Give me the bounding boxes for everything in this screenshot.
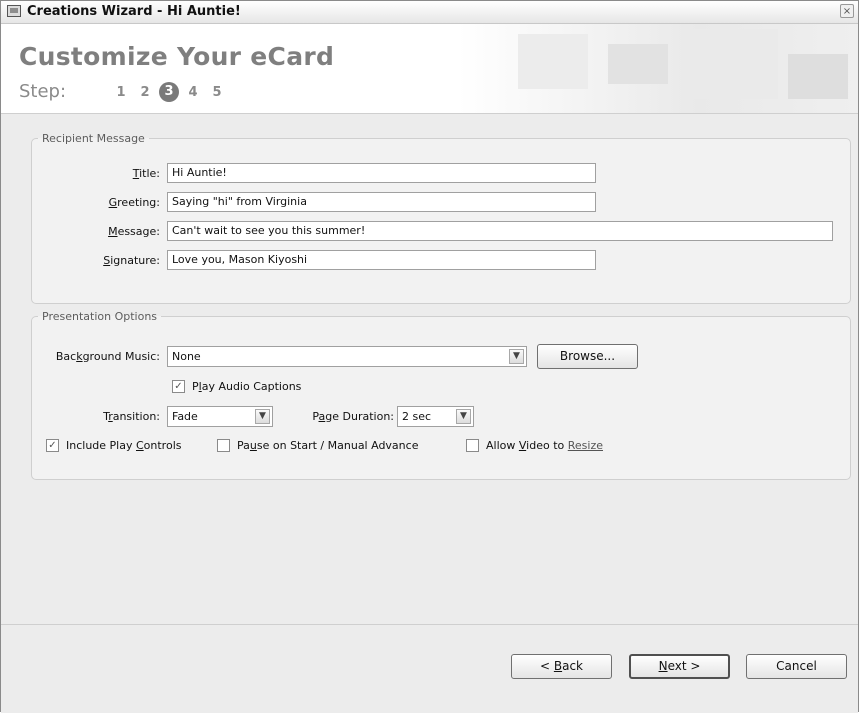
step-3-current: 3 <box>159 82 179 102</box>
presentation-options-group: Presentation Options Background Music: N… <box>31 310 851 480</box>
wizard-window: Creations Wizard - Hi Auntie! × Customiz… <box>0 0 859 713</box>
signature-label: Signature: <box>103 254 160 267</box>
step-5: 5 <box>212 84 222 100</box>
page-title: Customize Your eCard <box>19 42 335 71</box>
resize-link[interactable]: Resize <box>568 439 603 452</box>
window-title: Creations Wizard - Hi Auntie! <box>27 4 241 19</box>
step-indicator: 1 2 3 4 5 <box>109 82 229 102</box>
presentation-options-legend: Presentation Options <box>42 310 158 323</box>
chevron-down-icon[interactable]: ▼ <box>509 349 524 364</box>
app-icon <box>7 5 21 17</box>
include-play-controls-checkbox[interactable]: ✓ <box>46 439 59 452</box>
wizard-footer: < Back Next > Cancel <box>1 624 858 713</box>
message-label: Message: <box>108 225 160 238</box>
step-2: 2 <box>140 84 150 100</box>
banner-image <box>458 24 858 113</box>
include-play-controls-label: Include Play Controls <box>66 439 182 452</box>
background-music-select[interactable]: None ▼ <box>167 346 527 367</box>
chevron-down-icon[interactable]: ▼ <box>255 409 270 424</box>
title-bar: Creations Wizard - Hi Auntie! × <box>1 1 858 24</box>
transition-label: Transition: <box>103 410 160 423</box>
step-4: 4 <box>188 84 198 100</box>
greeting-label: Greeting: <box>108 196 160 209</box>
wizard-content: Recipient Message Title: Hi Auntie! Gree… <box>1 114 858 624</box>
cancel-button[interactable]: Cancel <box>746 654 847 679</box>
title-input[interactable]: Hi Auntie! <box>167 163 596 183</box>
wizard-header: Customize Your eCard Step: 1 2 3 4 5 <box>1 24 858 114</box>
message-input[interactable]: Can't wait to see you this summer! <box>167 221 833 241</box>
step-1: 1 <box>116 84 126 100</box>
close-icon[interactable]: × <box>840 4 854 18</box>
play-audio-captions-checkbox[interactable]: ✓ <box>172 380 185 393</box>
recipient-message-legend: Recipient Message <box>42 132 145 145</box>
page-duration-select[interactable]: 2 sec ▼ <box>397 406 474 427</box>
allow-video-resize-checkbox[interactable] <box>466 439 479 452</box>
step-label: Step: <box>19 81 67 102</box>
back-button[interactable]: < Back <box>511 654 612 679</box>
greeting-input[interactable]: Saying "hi" from Virginia <box>167 192 596 212</box>
play-audio-captions-label: Play Audio Captions <box>192 380 302 393</box>
background-music-label: Background Music: <box>55 350 160 363</box>
browse-button[interactable]: Browse... <box>537 344 638 369</box>
recipient-message-group: Recipient Message Title: Hi Auntie! Gree… <box>31 132 851 304</box>
allow-video-resize-label: Allow Video to Resize <box>486 439 603 452</box>
next-button[interactable]: Next > <box>629 654 730 679</box>
chevron-down-icon[interactable]: ▼ <box>456 409 471 424</box>
page-duration-label: Page Duration: <box>312 410 394 423</box>
pause-on-start-label: Pause on Start / Manual Advance <box>237 439 419 452</box>
signature-input[interactable]: Love you, Mason Kiyoshi <box>167 250 596 270</box>
pause-on-start-checkbox[interactable] <box>217 439 230 452</box>
transition-select[interactable]: Fade ▼ <box>167 406 273 427</box>
title-label: Title: <box>132 167 160 180</box>
